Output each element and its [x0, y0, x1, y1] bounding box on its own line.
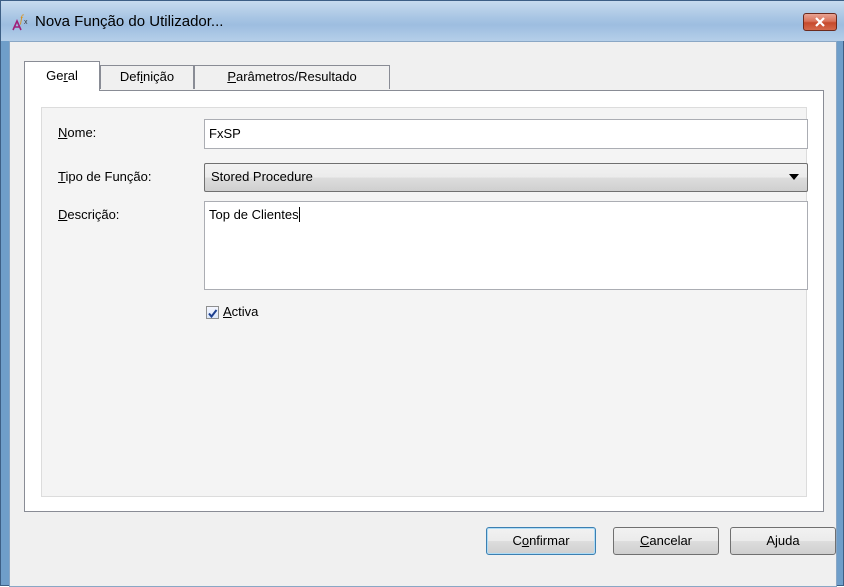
- tab-label: arâmetros/Resultado: [236, 69, 357, 84]
- nome-label-mnemonic: N: [58, 125, 68, 140]
- text-cursor: [298, 207, 300, 222]
- ajuda-label: A: [766, 533, 776, 548]
- descricao-label-text: escrição:: [67, 207, 120, 222]
- ajuda-button[interactable]: Ajuda: [730, 527, 836, 555]
- tipo-label-text: ipo de Função:: [65, 169, 152, 184]
- dialog-window: f x Nova Função do Utilizador... Geral D…: [0, 0, 844, 587]
- tab-geral[interactable]: Geral: [24, 61, 100, 91]
- general-group-panel: Nome: FxSP Tipo de Função: Stored Proced…: [41, 107, 808, 497]
- function-fx-icon: f x: [11, 13, 31, 33]
- nome-field[interactable]: FxSP: [204, 119, 808, 149]
- tab-label: Ge: [46, 68, 64, 83]
- ajuda-label: uda: [777, 533, 800, 548]
- nome-label: Nome:: [58, 125, 96, 140]
- checkmark-icon: [208, 309, 218, 319]
- descricao-label-mnemonic: D: [58, 207, 68, 222]
- tab-label-mnemonic: P: [227, 69, 236, 84]
- tab-parametros-resultado[interactable]: Parâmetros/Resultado: [194, 65, 390, 89]
- dropdown-arrow-icon: [789, 174, 799, 180]
- tipo-funcao-select[interactable]: Stored Procedure: [204, 163, 808, 192]
- confirmar-mnemonic: o: [521, 533, 530, 548]
- tipo-funcao-value: Stored Procedure: [211, 169, 313, 184]
- descricao-textarea[interactable]: Top de Clientes: [204, 201, 808, 290]
- nome-label-text: ome:: [67, 125, 97, 140]
- cancelar-label: ancelar: [649, 533, 693, 548]
- nome-value: FxSP: [209, 126, 241, 141]
- tab-panel-geral: Nome: FxSP Tipo de Função: Stored Proced…: [24, 90, 824, 512]
- confirmar-label: C: [512, 533, 522, 548]
- tab-definicao[interactable]: Definição: [100, 65, 194, 89]
- activa-label[interactable]: Activa: [223, 304, 258, 319]
- window-title: Nova Função do Utilizador...: [35, 13, 224, 30]
- dialog-client-area: Geral Definição Parâmetros/Resultado Nom…: [9, 41, 837, 587]
- descricao-label: Descrição:: [58, 207, 119, 222]
- cancelar-mnemonic: C: [639, 533, 650, 548]
- activa-checkbox[interactable]: [206, 306, 219, 319]
- tipo-funcao-label: Tipo de Função:: [58, 169, 151, 184]
- descricao-value: Top de Clientes: [209, 207, 299, 222]
- close-button[interactable]: [803, 13, 837, 31]
- tab-label: nição: [143, 69, 175, 84]
- tab-label: Def: [119, 69, 141, 84]
- svg-text:x: x: [24, 19, 28, 26]
- activa-label-mnemonic: A: [223, 304, 232, 319]
- cancelar-button[interactable]: Cancelar: [613, 527, 719, 555]
- title-bar[interactable]: f x Nova Função do Utilizador...: [1, 1, 844, 41]
- confirmar-button[interactable]: Confirmar: [486, 527, 596, 555]
- activa-label-text: ctiva: [231, 304, 259, 319]
- confirmar-label: nfirmar: [529, 533, 570, 548]
- tab-label: al: [67, 68, 78, 83]
- close-icon: [814, 15, 826, 30]
